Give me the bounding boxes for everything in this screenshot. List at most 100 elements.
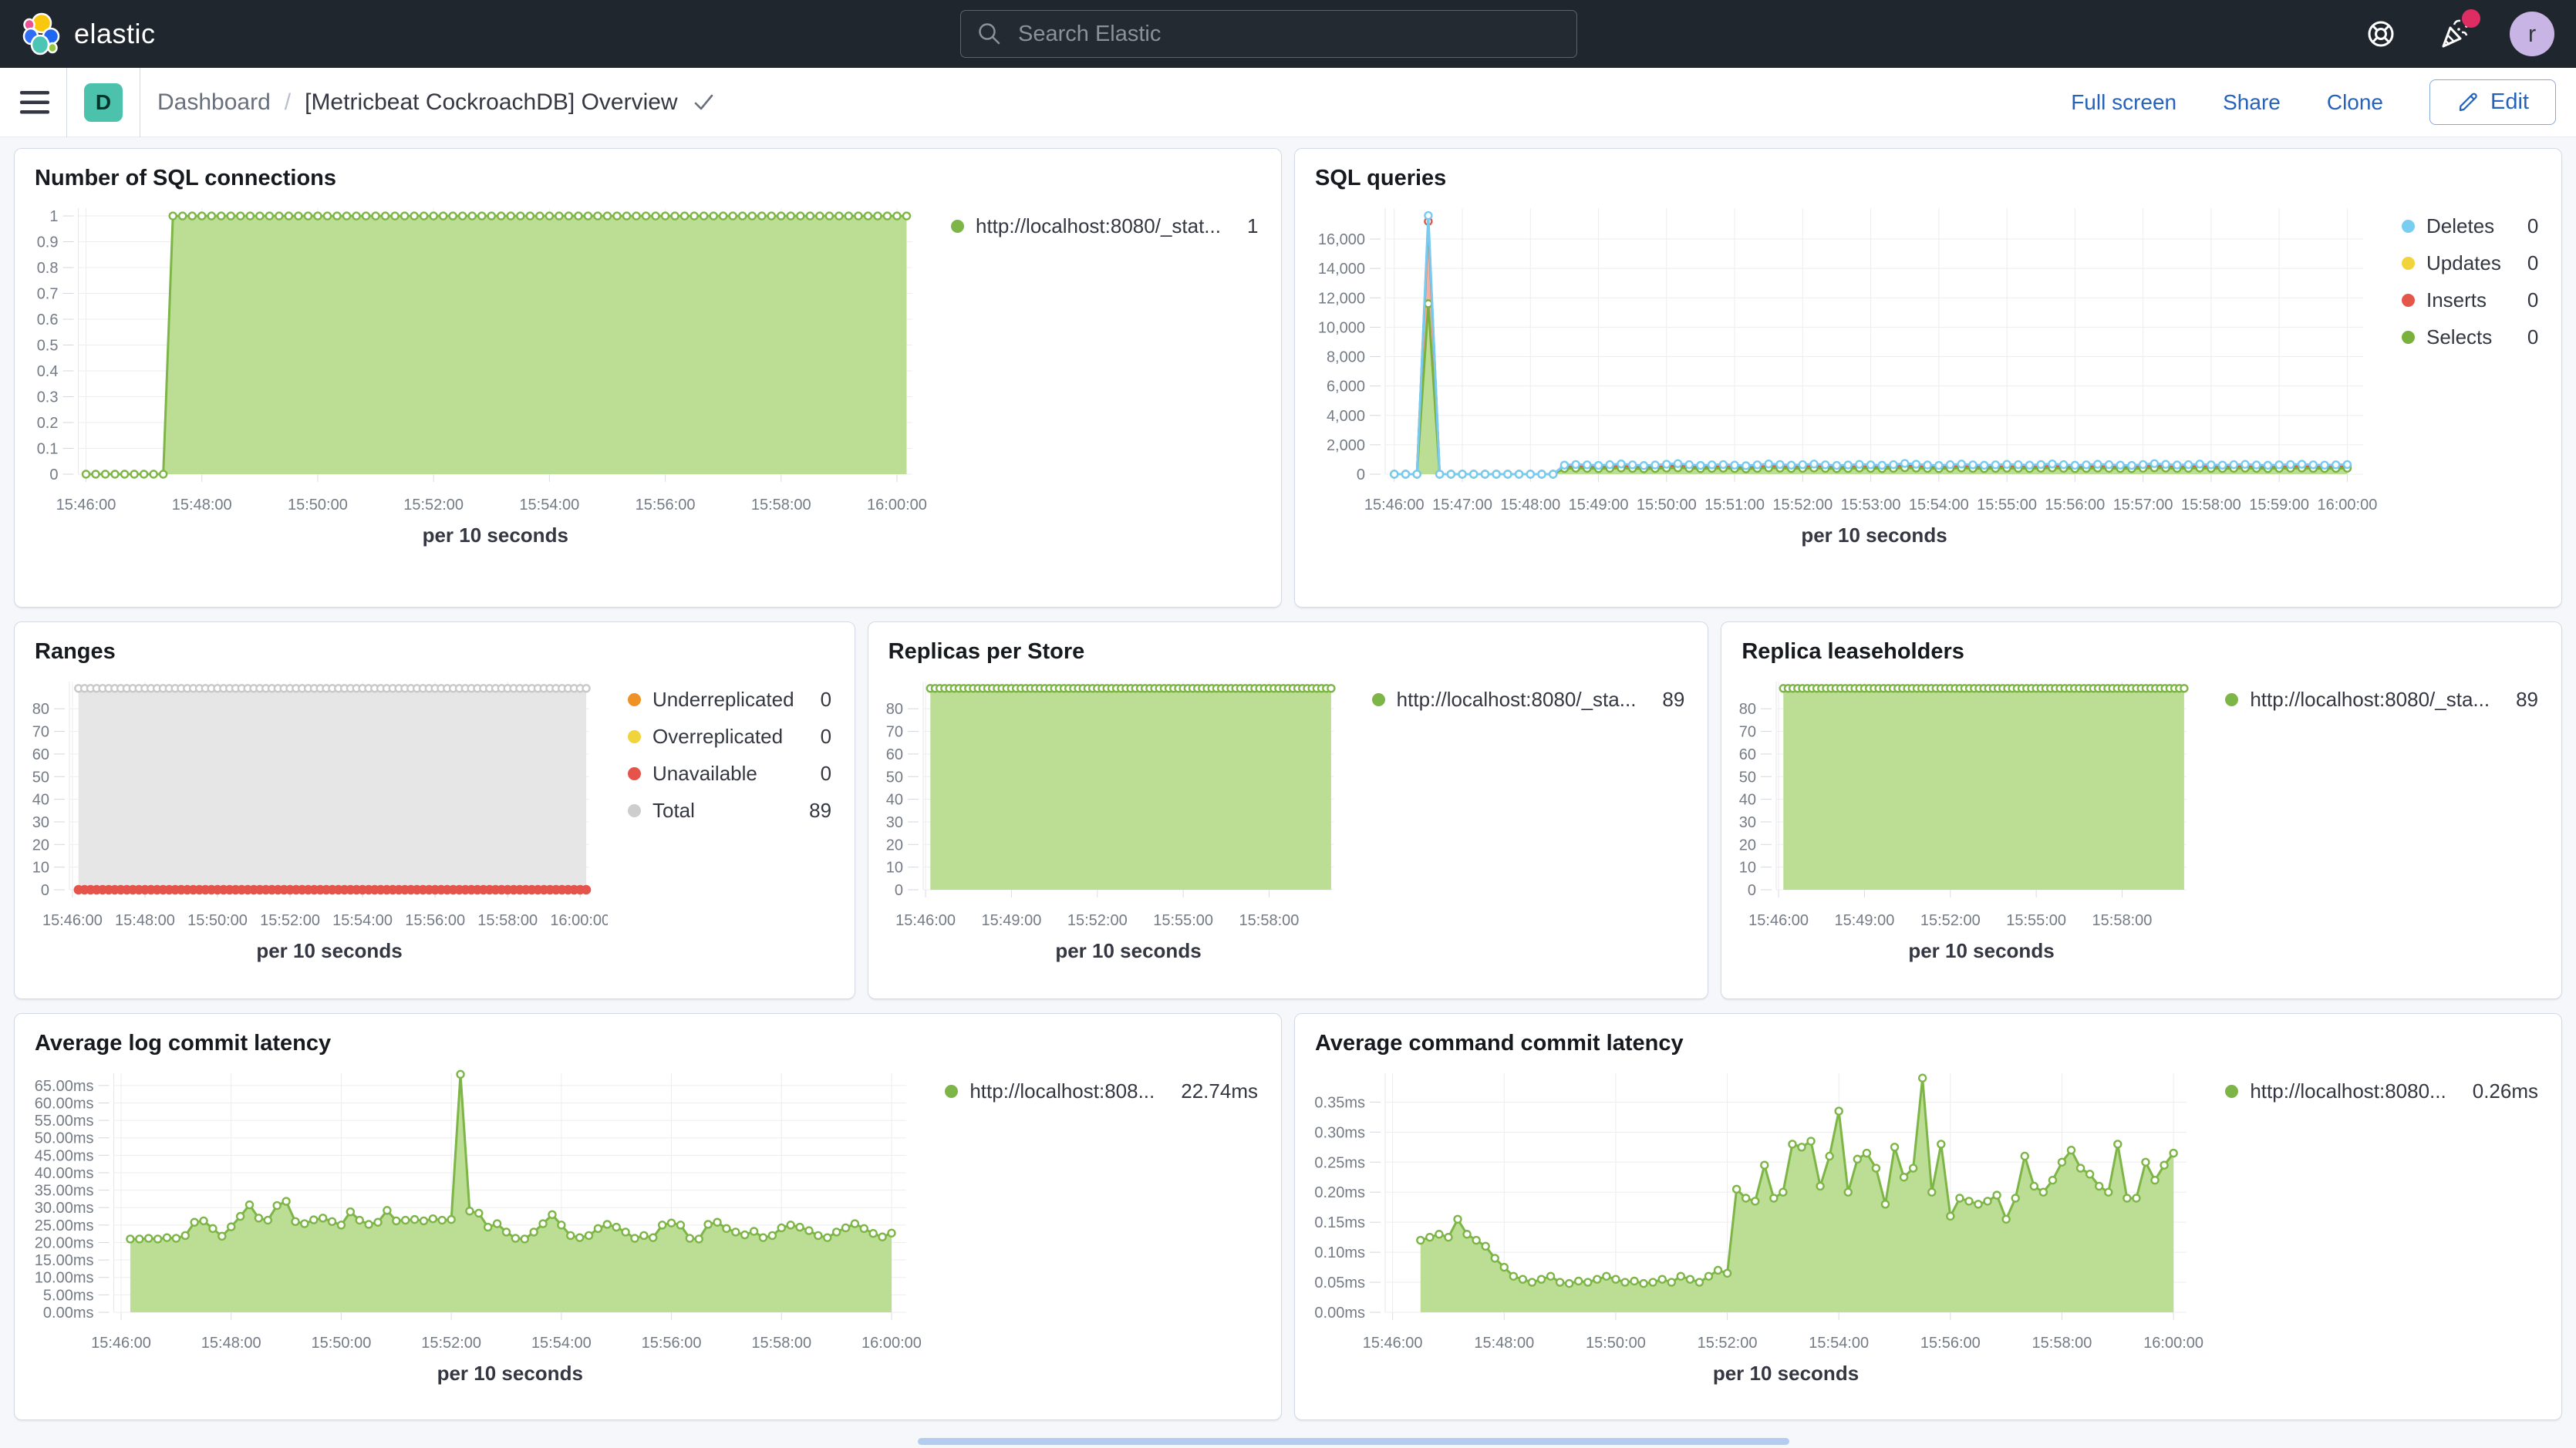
search-icon <box>976 21 1003 47</box>
svg-text:40: 40 <box>32 792 49 809</box>
elastic-logo[interactable]: elastic <box>22 12 156 56</box>
svg-text:16:00:00: 16:00:00 <box>861 1335 922 1352</box>
chart-canvas[interactable]: 15:46:0015:48:0015:50:0015:52:0015:54:00… <box>30 1062 925 1386</box>
svg-text:0.1: 0.1 <box>37 441 59 458</box>
legend-item[interactable]: Inserts0 <box>2402 288 2538 312</box>
svg-text:16:00:00: 16:00:00 <box>550 912 608 929</box>
svg-text:15:46:00: 15:46:00 <box>1363 1335 1423 1352</box>
share-button[interactable]: Share <box>2223 90 2281 115</box>
legend-dot-icon <box>2402 220 2415 233</box>
svg-text:15:52:00: 15:52:00 <box>1698 1335 1758 1352</box>
global-search[interactable] <box>960 10 1577 58</box>
log-commit-latency-legend: http://localhost:808...22.74ms <box>925 1079 1266 1386</box>
legend-item[interactable]: Total89 <box>628 799 831 823</box>
svg-text:15:54:00: 15:54:00 <box>531 1335 592 1352</box>
space-switcher[interactable]: D <box>84 83 123 122</box>
title-check-icon[interactable] <box>692 91 715 114</box>
command-commit-latency-chart[interactable]: 15:46:0015:48:0015:50:0015:52:0015:54:00… <box>1310 1062 2205 1386</box>
svg-text:0.8: 0.8 <box>37 260 59 277</box>
legend-dot-icon <box>628 693 641 706</box>
panel-ranges: Ranges 15:46:0015:48:0015:50:0015:52:001… <box>14 621 855 999</box>
breadcrumb-dashboard-link[interactable]: Dashboard <box>157 89 271 116</box>
legend-item[interactable]: http://localhost:8080/_sta...89 <box>2225 688 2538 712</box>
svg-text:50: 50 <box>885 769 902 786</box>
chart-canvas[interactable]: 15:46:0015:48:0015:50:0015:52:0015:54:00… <box>30 671 608 964</box>
legend-label: Total <box>652 799 695 823</box>
svg-text:15:46:00: 15:46:00 <box>42 912 103 929</box>
svg-text:15:52:00: 15:52:00 <box>1067 912 1128 929</box>
svg-text:60: 60 <box>1739 746 1756 763</box>
sql-queries-chart[interactable]: 15:46:0015:47:0015:48:0015:49:0015:50:00… <box>1310 197 2382 548</box>
panel-log-commit-latency: Average log commit latency 15:46:0015:48… <box>14 1013 1282 1420</box>
panel-title: Number of SQL connections <box>35 166 1266 191</box>
legend-dot-icon <box>2225 1085 2238 1098</box>
help-button[interactable] <box>2363 16 2399 52</box>
svg-text:15:57:00: 15:57:00 <box>2113 497 2173 514</box>
chart-canvas[interactable]: 15:46:0015:48:0015:50:0015:52:0015:54:00… <box>30 197 931 548</box>
chart-canvas[interactable]: 15:46:0015:49:0015:52:0015:55:0015:58:00… <box>1737 671 2205 964</box>
svg-text:15:58:00: 15:58:00 <box>477 912 538 929</box>
user-avatar[interactable]: r <box>2510 12 2554 56</box>
full-screen-button[interactable]: Full screen <box>2071 90 2176 115</box>
legend-label: http://localhost:8080/_sta... <box>2250 688 2490 712</box>
command-commit-latency-legend: http://localhost:8080...0.26ms <box>2205 1079 2546 1386</box>
legend-label: Selects <box>2426 325 2492 349</box>
panel-replica-leaseholders: Replica leaseholders 15:46:0015:49:0015:… <box>1721 621 2562 999</box>
chart-canvas[interactable]: 15:46:0015:48:0015:50:0015:52:0015:54:00… <box>1310 1062 2205 1386</box>
dashboard-grid: Number of SQL connections 15:46:0015:48:… <box>0 137 2576 1445</box>
brand-name: elastic <box>74 18 156 50</box>
legend-item[interactable]: Underreplicated0 <box>628 688 831 712</box>
svg-text:25.00ms: 25.00ms <box>35 1217 94 1234</box>
svg-text:60: 60 <box>885 746 902 763</box>
search-input[interactable] <box>1017 21 1561 48</box>
svg-text:per 10 seconds: per 10 seconds <box>1801 524 1947 547</box>
ranges-chart[interactable]: 15:46:0015:48:0015:50:0015:52:0015:54:00… <box>30 671 608 964</box>
svg-text:15:47:00: 15:47:00 <box>1432 497 1492 514</box>
legend-value: 89 <box>2490 688 2538 712</box>
horizontal-scrollbar-thumb[interactable] <box>918 1438 1789 1445</box>
svg-text:40: 40 <box>885 792 902 809</box>
legend-item[interactable]: Overreplicated0 <box>628 725 831 749</box>
replicas-per-store-chart[interactable]: 15:46:0015:49:0015:52:0015:55:0015:58:00… <box>884 671 1352 964</box>
svg-text:15:48:00: 15:48:00 <box>1474 1335 1534 1352</box>
legend-value: 1 <box>1221 214 1258 238</box>
svg-text:15:54:00: 15:54:00 <box>332 912 393 929</box>
svg-text:5.00ms: 5.00ms <box>43 1287 94 1304</box>
legend-item[interactable]: http://localhost:8080/_stat...1 <box>951 214 1258 238</box>
clone-button[interactable]: Clone <box>2327 90 2383 115</box>
menu-hamburger-icon[interactable] <box>20 90 49 115</box>
legend-label: Unavailable <box>652 762 757 786</box>
legend-item[interactable]: http://localhost:8080/_sta...89 <box>1372 688 1685 712</box>
svg-text:15:56:00: 15:56:00 <box>642 1335 702 1352</box>
legend-value: 0 <box>2501 214 2538 238</box>
log-commit-latency-chart[interactable]: 15:46:0015:48:0015:50:0015:52:0015:54:00… <box>30 1062 925 1386</box>
legend-item[interactable]: Selects0 <box>2402 325 2538 349</box>
svg-text:15:51:00: 15:51:00 <box>1704 497 1765 514</box>
svg-text:20: 20 <box>1739 837 1756 854</box>
edit-button[interactable]: Edit <box>2429 79 2556 125</box>
legend-item[interactable]: http://localhost:808...22.74ms <box>945 1079 1258 1103</box>
legend-item[interactable]: Unavailable0 <box>628 762 831 786</box>
legend-dot-icon <box>945 1085 958 1098</box>
legend-item[interactable]: Updates0 <box>2402 251 2538 275</box>
panel-sql-queries: SQL queries 15:46:0015:47:0015:48:0015:4… <box>1294 148 2562 608</box>
svg-text:15:53:00: 15:53:00 <box>1841 497 1901 514</box>
replica-leaseholders-chart[interactable]: 15:46:0015:49:0015:52:0015:55:0015:58:00… <box>1737 671 2205 964</box>
panel-title: Replicas per Store <box>888 639 1693 665</box>
sql-queries-legend: Deletes0Updates0Inserts0Selects0 <box>2382 214 2546 548</box>
svg-text:60.00ms: 60.00ms <box>35 1095 94 1112</box>
svg-text:15:58:00: 15:58:00 <box>751 1335 811 1352</box>
newsfeed-button[interactable] <box>2436 15 2473 52</box>
svg-text:6,000: 6,000 <box>1327 379 1365 396</box>
legend-label: http://localhost:8080... <box>2250 1079 2446 1103</box>
replica-leaseholders-legend: http://localhost:8080/_sta...89 <box>2205 688 2546 964</box>
ranges-legend: Underreplicated0 Overreplicated0 Unavailab… <box>608 688 839 964</box>
chart-canvas[interactable]: 15:46:0015:47:0015:48:0015:49:0015:50:00… <box>1310 197 2382 548</box>
legend-item[interactable]: http://localhost:8080...0.26ms <box>2225 1079 2538 1103</box>
sql-connections-chart[interactable]: 15:46:0015:48:0015:50:0015:52:0015:54:00… <box>30 197 931 548</box>
svg-text:15:48:00: 15:48:00 <box>1500 497 1560 514</box>
chart-canvas[interactable]: 15:46:0015:49:0015:52:0015:55:0015:58:00… <box>884 671 1352 964</box>
svg-text:30: 30 <box>885 814 902 831</box>
legend-item[interactable]: Deletes0 <box>2402 214 2538 238</box>
svg-text:15:52:00: 15:52:00 <box>403 497 464 514</box>
